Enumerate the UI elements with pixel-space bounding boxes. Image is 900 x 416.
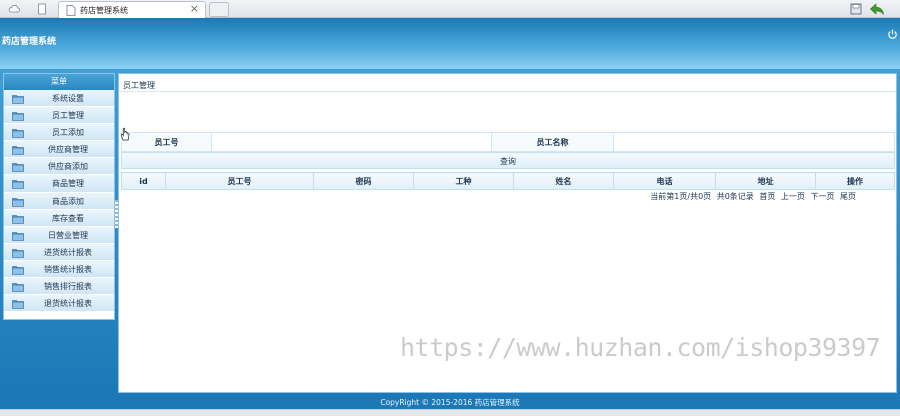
watermark-text: https://www.huzhan.com/ishop39397: [400, 333, 881, 362]
pager-first-link[interactable]: 首页: [759, 192, 775, 201]
new-tab-button[interactable]: [209, 2, 229, 17]
pagination: 当前第1页/共0页 共0条记录 首页 上一页 下一页 尾页: [647, 191, 856, 202]
sidebar-item-label: 商品添加: [52, 196, 84, 206]
table-header-row: id 员工号 密码 工种 姓名 电话 地址 操作: [121, 172, 895, 190]
folder-icon: [12, 283, 24, 292]
sidebar-item[interactable]: 日营业管理: [4, 226, 114, 244]
column-header: 操作: [815, 172, 895, 190]
document-icon: [66, 5, 76, 16]
column-header: 地址: [715, 172, 816, 190]
employee-no-label: 员工号: [121, 132, 212, 152]
browser-tab-title: 药店管理系统: [80, 6, 128, 15]
sidebar-item-label: 销售统计报表: [44, 264, 92, 274]
folder-icon: [12, 249, 24, 258]
sidebar-item[interactable]: 销售统计报表: [4, 260, 114, 279]
column-header: 员工号: [165, 172, 314, 190]
sidebar-item-label: 供应商添加: [48, 162, 88, 172]
sidebar-item[interactable]: 员工管理: [4, 107, 114, 125]
sidebar-item[interactable]: 商品添加: [4, 192, 114, 210]
sidebar-item-label: 供应商管理: [48, 145, 88, 155]
column-header: 电话: [613, 172, 716, 190]
sidebar-item-label: 系统设置: [52, 94, 84, 103]
sidebar-menu: 菜单 系统设置员工管理员工添加供应商管理供应商添加商品管理商品添加库存查看日营业…: [3, 73, 115, 320]
footer-copyright: CopyRight © 2015-2016 药店管理系统: [0, 397, 900, 409]
cloud-icon[interactable]: [8, 3, 20, 15]
sidebar-list: 系统设置员工管理员工添加供应商管理供应商添加商品管理商品添加库存查看日营业管理进…: [4, 90, 114, 313]
column-header: 密码: [313, 172, 414, 190]
column-header: id: [121, 172, 166, 190]
sidebar-item[interactable]: 退货统计报表: [4, 295, 114, 313]
app-title: 药店管理系统: [2, 37, 57, 47]
page-icon[interactable]: [36, 3, 48, 15]
sidebar-item[interactable]: 系统设置: [4, 90, 114, 108]
save-page-icon[interactable]: [849, 2, 863, 16]
browser-tab[interactable]: 药店管理系统 ×: [58, 1, 206, 18]
pager-last-link[interactable]: 尾页: [840, 192, 856, 201]
power-icon[interactable]: [887, 29, 898, 40]
folder-icon: [12, 197, 24, 207]
folder-icon: [12, 146, 24, 156]
sidebar-item[interactable]: 供应商添加: [4, 158, 114, 176]
folder-icon: [12, 300, 24, 309]
column-header: 姓名: [513, 172, 614, 190]
folder-icon: [12, 163, 24, 173]
close-tab-icon[interactable]: ×: [190, 3, 199, 15]
sidebar-item[interactable]: 进货统计报表: [4, 243, 114, 261]
folder-icon: [12, 231, 24, 241]
sidebar-item-label: 员工管理: [52, 111, 84, 121]
browser-status-bar: [0, 409, 900, 416]
pager-next-link[interactable]: 下一页: [810, 192, 834, 201]
folder-icon: [12, 266, 24, 275]
pager-prev-link[interactable]: 上一页: [781, 192, 805, 201]
sidebar-item-label: 退货统计报表: [44, 299, 92, 309]
app-header: 药店管理系统: [0, 18, 900, 87]
sidebar-item[interactable]: 销售排行报表: [4, 278, 114, 296]
folder-icon: [12, 112, 24, 121]
sidebar-item[interactable]: 库存查看: [4, 209, 114, 227]
column-header: 工种: [413, 172, 514, 190]
employee-no-input[interactable]: [211, 132, 492, 152]
folder-icon: [12, 129, 24, 138]
pager-info: 当前第1页/共0页: [650, 192, 712, 201]
back-arrow-icon[interactable]: [869, 2, 885, 16]
sidebar-item-label: 进货统计报表: [44, 247, 92, 257]
query-button[interactable]: 查询: [121, 152, 895, 169]
sidebar-item-label: 员工添加: [52, 128, 84, 138]
sidebar-item-label: 库存查看: [52, 213, 84, 223]
search-form: 员工号 员工名称: [121, 132, 895, 152]
folder-icon: [12, 180, 24, 190]
employee-name-input[interactable]: [613, 132, 895, 152]
pager-count: 共0条记录: [716, 192, 754, 201]
breadcrumb-divider: [119, 91, 896, 92]
sidebar-item[interactable]: 商品管理: [4, 175, 114, 193]
sidebar-item-label: 商品管理: [52, 179, 84, 189]
browser-tab-strip: 药店管理系统 ×: [0, 0, 900, 18]
sidebar-item-label: 日营业管理: [48, 230, 88, 240]
sidebar-title: 菜单: [4, 74, 114, 90]
folder-icon: [12, 214, 24, 224]
sidebar-item[interactable]: 供应商管理: [4, 141, 114, 159]
breadcrumb: 员工管理: [123, 81, 155, 90]
sidebar-item[interactable]: 员工添加: [4, 124, 114, 142]
employee-name-label: 员工名称: [491, 132, 614, 152]
folder-icon: [12, 95, 24, 104]
sidebar-item-label: 销售排行报表: [44, 282, 92, 292]
employee-table: id 员工号 密码 工种 姓名 电话 地址 操作: [121, 172, 895, 190]
hand-cursor-icon: [120, 127, 130, 141]
